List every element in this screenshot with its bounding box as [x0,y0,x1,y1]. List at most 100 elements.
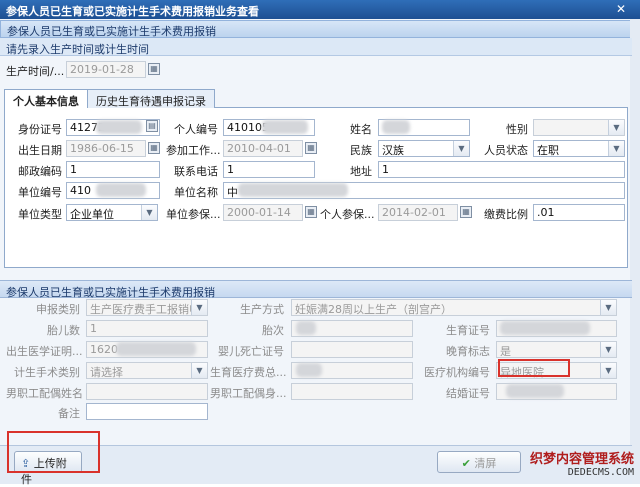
birth-med-cert-label: 出生医学证明... [6,345,83,358]
birth-time-field[interactable]: 2019-01-28 [66,61,146,78]
chevron-down-icon[interactable]: ▼ [600,300,616,315]
redacted-mark [506,384,564,398]
watermark-line1: 织梦内容管理系统 [529,452,634,467]
surgery-type-value: 请选择 [90,366,123,379]
tab-personal-info[interactable]: 个人基本信息 [4,89,88,109]
clear-button-label: 清屏 [474,457,497,470]
chevron-down-icon[interactable]: ▼ [600,363,616,378]
phone-label: 联系电话 [174,165,218,178]
remark-field[interactable] [86,403,208,420]
redacted-mark [500,321,590,335]
clear-screen-button[interactable]: ✔ 清屏 [437,451,521,473]
claim-section-header: 参保人员已生育或已实施计生手术费用报销 [0,280,632,299]
remark-label: 备注 [58,407,80,420]
birth-time-label: 生产时间/... [6,65,65,78]
tab-history-records[interactable]: 历史生育待遇申报记录 [87,89,215,108]
delivery-method-select[interactable]: 妊娠满28周以上生产（剖宫产） ▼ [291,299,617,316]
person-status-select[interactable]: 在职 ▼ [533,140,625,157]
tab-strip: 个人基本信息 历史生育待遇申报记录 [4,89,628,109]
highlight-box [498,359,570,377]
fetus-count-label: 胎儿数 [47,324,80,337]
chevron-down-icon[interactable]: ▼ [453,141,469,156]
redacted-mark [96,183,146,197]
postal-code-field[interactable]: 1 [66,161,160,178]
id-card-icon[interactable]: ▤ [146,120,158,132]
delivery-method-label: 生产方式 [240,303,284,316]
infant-death-cert-label: 婴儿死亡证号 [218,345,284,358]
phone-field[interactable]: 1 [223,161,315,178]
gender-label: 性别 [506,123,528,136]
calendar-icon[interactable]: ▦ [148,142,160,154]
birth-permit-label: 生育证号 [446,324,490,337]
calendar-icon[interactable]: ▦ [148,63,160,75]
calendar-icon[interactable]: ▦ [305,142,317,154]
spouse-id-field[interactable] [291,383,413,400]
spouse-name-label: 男职工配偶姓名 [6,387,83,400]
marriage-cert-label: 结婚证号 [446,387,490,400]
watermark: 织梦内容管理系统 DEDECMS.COM [530,448,634,478]
window-title: 参保人员已生育或已实施计生手术费用报销业务查看 [6,5,259,18]
form-subtitle: 参保人员已生育或已实施计生手术费用报销 [0,20,632,38]
birth-date-field[interactable]: 1986-06-15 [66,140,146,157]
calendar-icon[interactable]: ▦ [460,206,472,218]
claim-type-label: 申报类别 [36,303,80,316]
redacted-mark [262,120,308,134]
input-hint: 请先录入生产时间或计生时间 [0,38,632,56]
redacted-mark [296,363,322,377]
check-icon: ✔ [461,457,471,470]
ethnicity-label: 民族 [350,144,372,157]
unit-type-label: 单位类型 [18,208,62,221]
chevron-down-icon[interactable]: ▼ [600,342,616,357]
address-field[interactable]: 1 [378,161,625,178]
unit-insured-date[interactable]: 2000-01-14 [223,204,303,221]
calendar-icon[interactable]: ▦ [305,206,317,218]
postal-code-label: 邮政编码 [18,165,62,178]
ethnicity-select[interactable]: 汉族 ▼ [378,140,470,157]
birth-date-label: 出生日期 [18,144,62,157]
app-window: 参保人员已生育或已实施计生手术费用报销业务查看 ✕ 参保人员已生育或已实施计生手… [0,0,640,486]
late-birth-flag-select[interactable]: 是 ▼ [496,341,617,358]
person-number-label: 个人编号 [174,123,218,136]
redacted-mark [238,183,348,197]
name-label: 姓名 [350,123,372,136]
infant-death-cert-field[interactable] [291,341,413,358]
chevron-down-icon[interactable]: ▼ [608,141,624,156]
gender-select[interactable]: ▼ [533,119,625,136]
close-icon[interactable]: ✕ [616,2,626,16]
address-label: 地址 [350,165,372,178]
redacted-mark [116,342,196,356]
surgery-type-select[interactable]: 请选择 ▼ [86,362,208,379]
redacted-mark [382,120,410,134]
ethnicity-value: 汉族 [382,144,404,157]
unit-number-label: 单位编号 [18,186,62,199]
spouse-name-field[interactable] [86,383,208,400]
work-start-field[interactable]: 2010-04-01 [223,140,303,157]
unit-type-select[interactable]: 企业单位 ▼ [66,204,158,221]
chevron-down-icon[interactable]: ▼ [141,205,157,220]
delivery-method-value: 妊娠满28周以上生产（剖宫产） [295,303,452,316]
chevron-down-icon[interactable]: ▼ [191,363,207,378]
unit-insured-label: 单位参保... [166,208,221,221]
watermark-line2: DEDECMS.COM [567,467,634,478]
person-insured-date[interactable]: 2014-02-01 [378,204,458,221]
work-start-label: 参加工作... [166,144,221,157]
parity-label: 胎次 [262,324,284,337]
claim-type-select[interactable]: 生产医疗费手工报销申 ▼ [86,299,208,316]
unit-name-label: 单位名称 [174,186,218,199]
id-number-label: 身份证号 [18,123,62,136]
vertical-scrollbar[interactable] [630,19,640,484]
surgery-type-label: 计生手术类别 [14,366,80,379]
fetus-count-field[interactable]: 1 [86,320,208,337]
payment-ratio-field[interactable]: .01 [533,204,625,221]
person-status-label: 人员状态 [484,144,528,157]
payment-ratio-label: 缴费比例 [484,208,528,221]
chevron-down-icon[interactable]: ▼ [191,300,207,315]
chevron-down-icon[interactable]: ▼ [608,120,624,135]
unit-type-value: 企业单位 [70,208,114,221]
late-birth-flag-value: 是 [500,345,511,358]
hospital-code-label: 医疗机构编号 [424,366,490,379]
redacted-mark [96,120,142,134]
person-status-value: 在职 [537,144,559,157]
title-bar: 参保人员已生育或已实施计生手术费用报销业务查看 ✕ [0,0,640,19]
claim-type-value: 生产医疗费手工报销申 [90,303,200,316]
